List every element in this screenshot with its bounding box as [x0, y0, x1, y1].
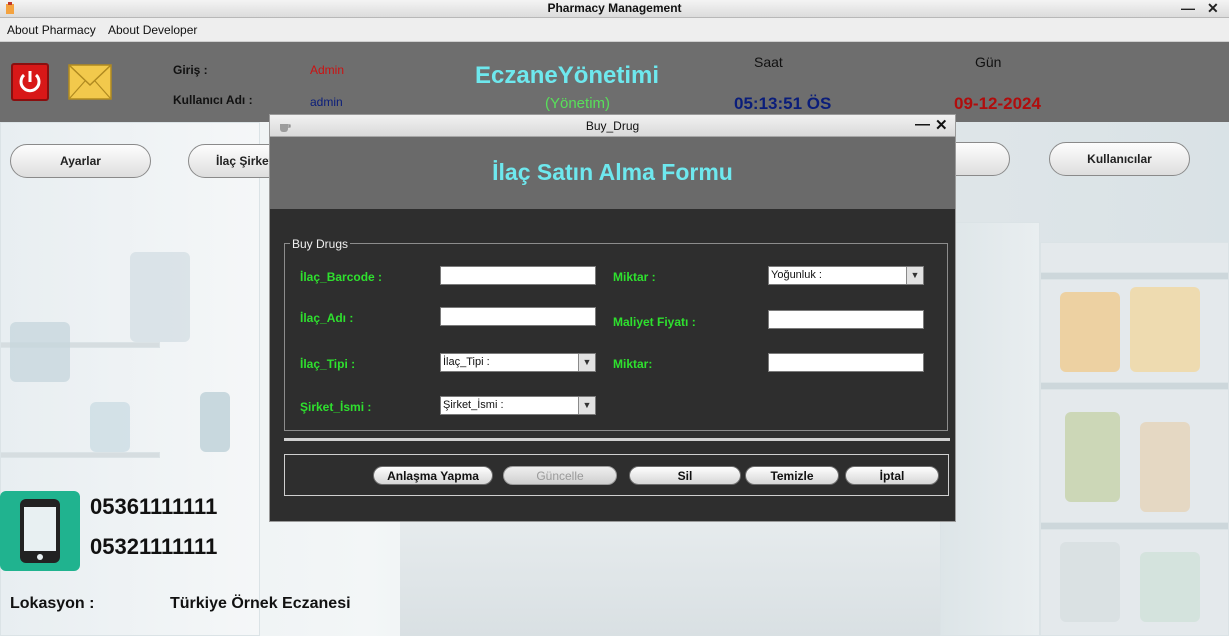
amount-label: Miktar :: [613, 270, 656, 284]
power-button[interactable]: [11, 63, 49, 101]
chevron-down-icon: ▼: [578, 354, 595, 371]
minimize-button[interactable]: —: [1181, 0, 1195, 16]
delete-button[interactable]: Sil: [629, 466, 741, 485]
menu-about-pharmacy[interactable]: About Pharmacy: [7, 23, 96, 37]
window-title: Pharmacy Management: [547, 1, 682, 15]
form-title: İlaç Satın Alma Formu: [492, 159, 733, 185]
dialog-minimize-button[interactable]: —: [915, 116, 930, 133]
role-subtitle: (Yönetim): [545, 95, 611, 112]
clear-button[interactable]: Temizle: [745, 466, 839, 485]
cost-price-label: Maliyet Fiyatı :: [613, 315, 696, 329]
quantity-input[interactable]: [768, 353, 924, 372]
cancel-button[interactable]: İptal: [845, 466, 939, 485]
buy-drug-dialog: Buy_Drug — ✕ İlaç Satın Alma Formu Buy D…: [269, 114, 956, 522]
drug-name-label: İlaç_Adı :: [300, 311, 354, 325]
phone-number-1: 05361111111: [90, 494, 218, 519]
clock-value: 05:13:51 ÖS: [734, 94, 832, 113]
phone-number-2: 05321111111: [90, 534, 218, 559]
time-label: Saat: [754, 54, 783, 70]
dialog-title: Buy_Drug: [585, 119, 640, 133]
dialog-close-button[interactable]: ✕: [935, 116, 948, 134]
drug-type-select[interactable]: İlaç_Tipi : ▼: [440, 353, 596, 372]
window-titlebar: Pharmacy Management — ✕: [0, 0, 1229, 18]
users-button[interactable]: Kullanıcılar: [1049, 142, 1190, 176]
menu-about-developer[interactable]: About Developer: [108, 23, 197, 37]
quantity-label: Miktar:: [613, 357, 653, 371]
drug-name-input[interactable]: [440, 307, 596, 326]
chevron-down-icon: ▼: [906, 267, 923, 284]
power-icon: [19, 71, 41, 93]
company-name-label: Şirket_İsmi :: [300, 400, 372, 414]
close-button[interactable]: ✕: [1207, 0, 1219, 17]
mail-button[interactable]: [68, 63, 112, 101]
date-label: Gün: [975, 54, 1002, 70]
phone-icon-box: [0, 491, 80, 571]
login-label: Giriş :: [173, 63, 208, 77]
brand-title: EczaneYönetimi: [475, 62, 660, 89]
username-value: admin: [310, 95, 343, 109]
login-value: Admin: [310, 63, 345, 77]
barcode-input[interactable]: [440, 266, 596, 285]
density-select[interactable]: Yoğunluk : ▼: [768, 266, 924, 285]
deal-button[interactable]: Anlaşma Yapma: [373, 466, 493, 485]
cost-price-input[interactable]: [768, 310, 924, 329]
company-name-selected: Şirket_İsmi :: [443, 399, 504, 411]
settings-button[interactable]: Ayarlar: [10, 144, 151, 178]
mail-icon: [68, 64, 112, 100]
dialog-titlebar: Buy_Drug — ✕: [270, 115, 955, 137]
separator: [284, 438, 950, 441]
company-name-select[interactable]: Şirket_İsmi : ▼: [440, 396, 596, 415]
chevron-down-icon: ▼: [578, 397, 595, 414]
density-selected: Yoğunluk :: [771, 269, 822, 281]
drug-type-selected: İlaç_Tipi :: [443, 356, 490, 368]
location-value: Türkiye Örnek Eczanesi: [170, 595, 351, 612]
dialog-header: İlaç Satın Alma Formu: [270, 137, 955, 209]
drug-type-label: İlaç_Tipi :: [300, 357, 356, 371]
date-value: 09-12-2024: [954, 94, 1041, 113]
smartphone-icon: [20, 499, 60, 563]
username-label: Kullanıcı Adı :: [173, 93, 253, 107]
location-label: Lokasyon :: [10, 595, 95, 612]
group-legend: Buy Drugs: [290, 237, 351, 251]
menu-bar: About Pharmacy About Developer: [0, 18, 1229, 42]
barcode-label: İlaç_Barcode :: [300, 270, 383, 284]
update-button[interactable]: Güncelle: [503, 466, 617, 485]
